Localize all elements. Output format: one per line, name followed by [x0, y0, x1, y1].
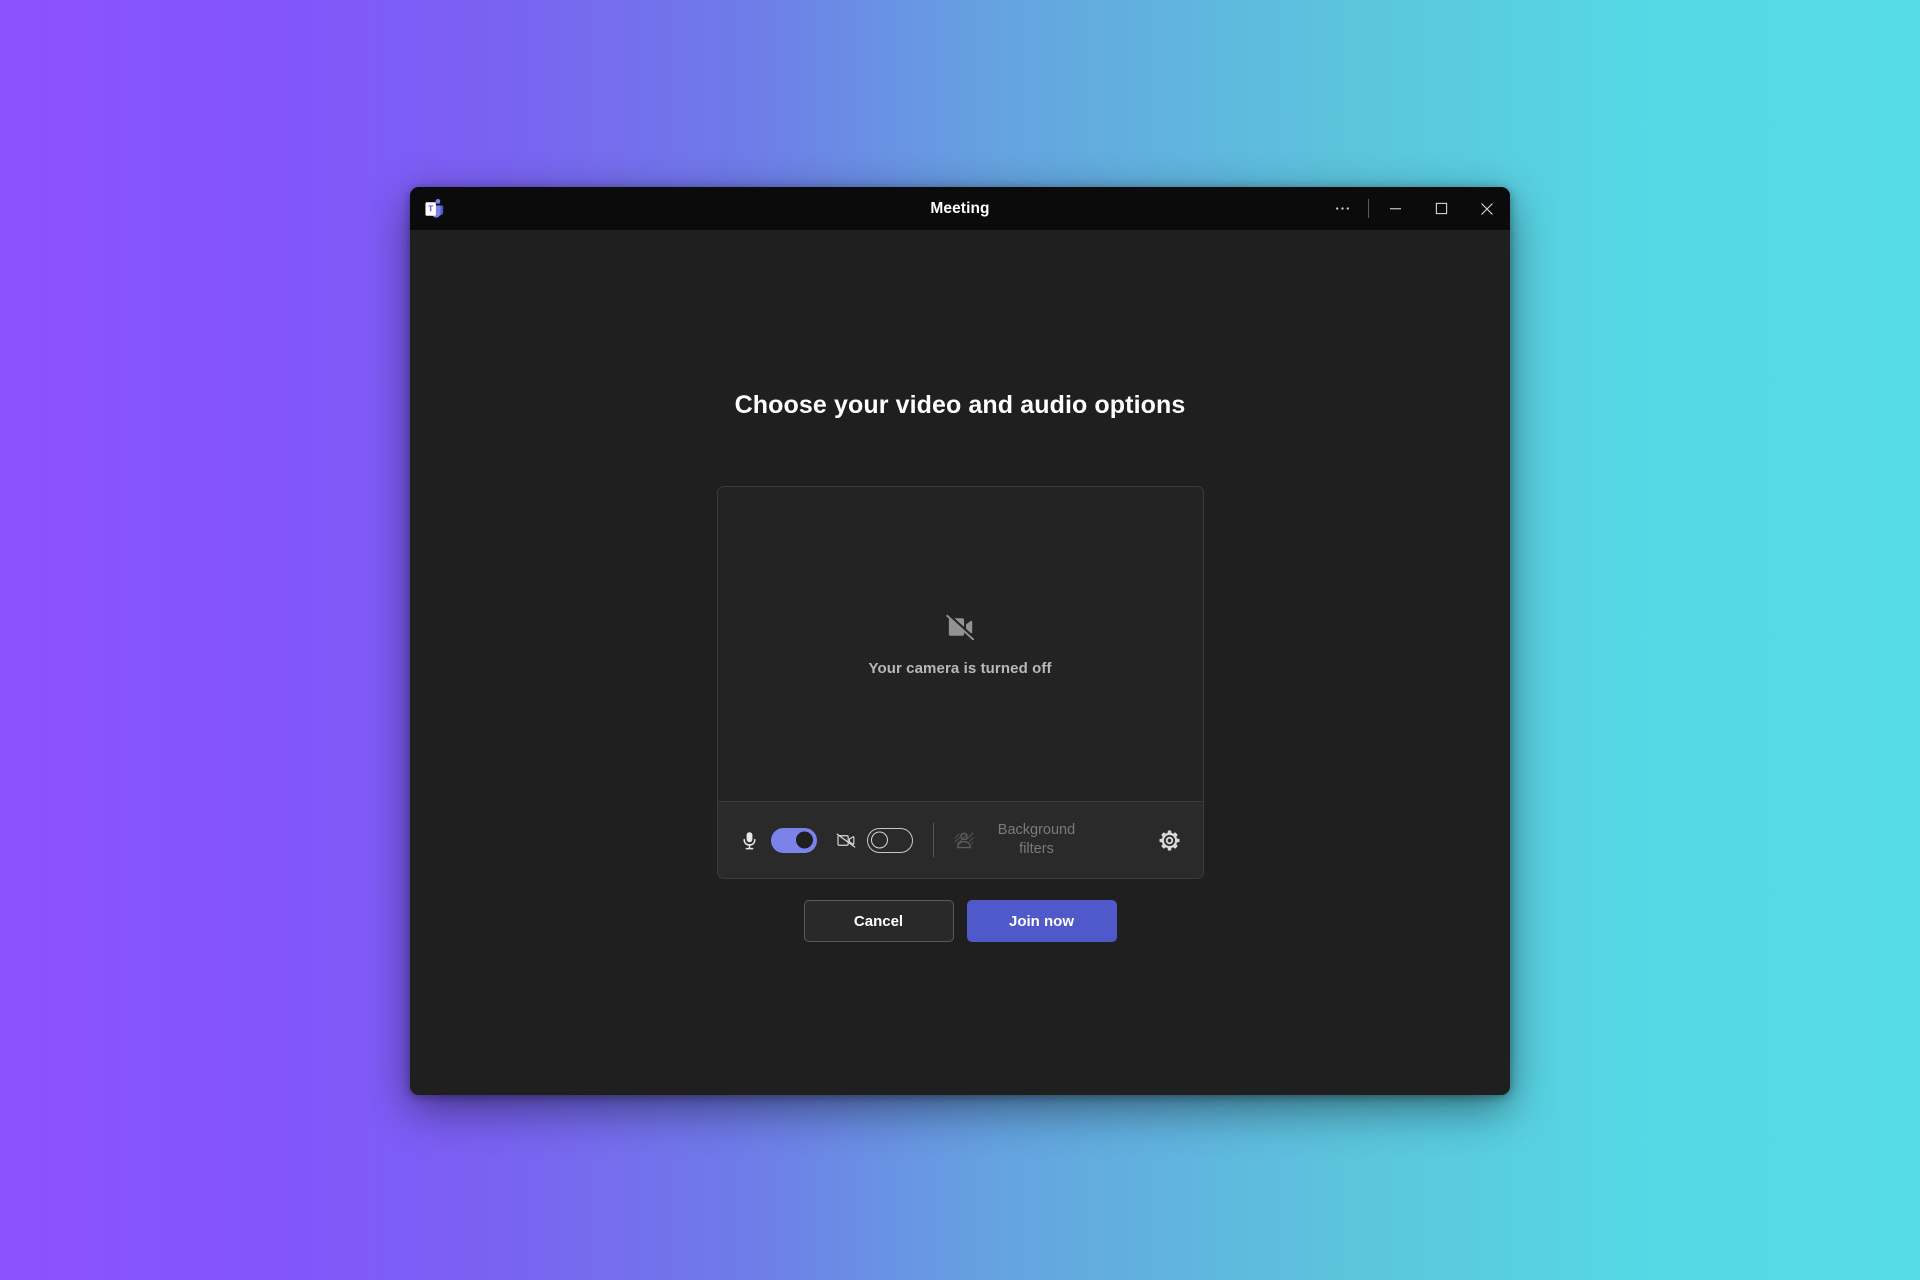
- maximize-button[interactable]: [1418, 187, 1464, 230]
- device-controls-bar: Background filters: [717, 801, 1203, 878]
- camera-off-status-text: Your camera is turned off: [868, 659, 1052, 677]
- join-now-button[interactable]: Join now: [966, 900, 1117, 942]
- minimize-icon: [1389, 208, 1401, 210]
- background-filters-control[interactable]: Background filters: [953, 821, 1157, 859]
- close-icon: [1481, 202, 1493, 215]
- toggle-knob: [795, 831, 813, 849]
- window-controls: [1319, 187, 1510, 230]
- microphone-icon: [740, 830, 760, 850]
- page-title: Choose your video and audio options: [734, 391, 1186, 419]
- background-filters-label: Background filters: [997, 821, 1076, 857]
- more-options-icon: [1335, 207, 1349, 210]
- more-options-button[interactable]: [1319, 187, 1365, 230]
- background-blur-icon: [953, 829, 975, 851]
- microphone-toggle[interactable]: [770, 827, 817, 853]
- video-preview-area: Your camera is turned off: [717, 487, 1203, 801]
- cancel-button[interactable]: Cancel: [803, 900, 954, 942]
- video-preview-card: Your camera is turned off Background fil…: [716, 486, 1204, 879]
- camera-toggle[interactable]: [866, 827, 913, 853]
- camera-control-group: [836, 827, 913, 853]
- maximize-icon: [1435, 202, 1447, 215]
- dialog-body: Choose your video and audio options Your…: [410, 230, 1510, 1095]
- controls-divider: [932, 823, 934, 857]
- microsoft-teams-logo-icon: T: [424, 198, 446, 220]
- camera-off-icon: [945, 612, 976, 647]
- minimize-button[interactable]: [1372, 187, 1418, 230]
- close-button[interactable]: [1464, 187, 1510, 230]
- gear-icon[interactable]: [1157, 827, 1183, 853]
- action-buttons-row: Cancel Join now: [803, 900, 1117, 942]
- window-title-bar: T Meeting: [410, 187, 1510, 230]
- titlebar-divider: [1368, 199, 1369, 218]
- camera-off-icon: [836, 830, 856, 850]
- toggle-knob: [870, 831, 888, 849]
- svg-text:T: T: [428, 203, 434, 213]
- teams-meeting-window: T Meeting Choose your video and audio op…: [410, 187, 1510, 1095]
- microphone-control-group: [740, 827, 817, 853]
